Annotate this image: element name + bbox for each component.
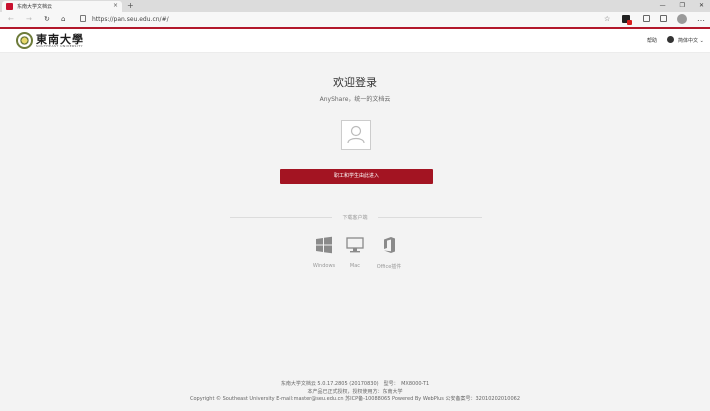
window-controls: — ❐ ✕ <box>660 0 704 11</box>
home-button[interactable]: ⌂ <box>61 14 65 25</box>
university-seal-icon <box>16 32 33 49</box>
favorites-icon[interactable] <box>643 15 650 22</box>
windows-icon <box>309 236 339 258</box>
globe-icon <box>667 36 674 43</box>
site-favicon-icon <box>6 3 13 10</box>
tab-close-button[interactable]: × <box>113 2 118 9</box>
divider <box>378 217 482 218</box>
download-clients-label: 下载客户端 <box>342 215 368 221</box>
browser-tab[interactable]: 东南大学文档云 × <box>2 1 122 12</box>
footer-copyright: Copyright © Southeast University E-mail:… <box>189 396 521 402</box>
lock-icon <box>80 15 86 22</box>
client-label-mac: Mac <box>349 263 361 269</box>
browser-tab-strip: 东南大学文档云 × + — ❐ ✕ <box>0 0 710 12</box>
extension-icon[interactable] <box>622 15 632 25</box>
footer-version: 东南大学文档云 5.0.17.2805 (20170830) 型号： MX800… <box>280 381 430 387</box>
url-text: https://pan.seu.edu.cn/#/ <box>92 16 169 23</box>
divider <box>230 217 332 218</box>
office-icon <box>374 236 404 258</box>
new-tab-button[interactable]: + <box>127 0 134 11</box>
mac-client-download[interactable]: Mac <box>340 236 370 269</box>
staff-student-login-button[interactable]: 职工和学生由此进入 <box>280 169 433 184</box>
client-label-office: Office插件 <box>376 264 402 270</box>
forward-button[interactable]: → <box>26 14 32 25</box>
page-title: 欢迎登录 <box>333 76 377 89</box>
footer-license: 本产品已正式授权，授权使用方：东南大学 <box>307 389 403 395</box>
address-bar: ← → ↻ ⌂ https://pan.seu.edu.cn/#/ ☆ … <box>0 12 710 27</box>
browser-menu-button[interactable]: … <box>697 12 705 25</box>
profile-avatar-icon[interactable] <box>677 14 687 24</box>
back-button[interactable]: ← <box>8 14 14 25</box>
client-label-windows: Windows <box>312 263 336 269</box>
monitor-icon <box>340 236 370 258</box>
url-field[interactable]: https://pan.seu.edu.cn/#/ ☆ <box>78 14 618 25</box>
tab-title: 东南大学文档云 <box>17 4 53 10</box>
page-subtitle: AnyShare，统一的文档云 <box>319 96 391 103</box>
refresh-button[interactable]: ↻ <box>44 14 50 25</box>
minimize-button[interactable]: — <box>660 0 666 11</box>
collections-icon[interactable] <box>660 15 667 22</box>
language-selector[interactable]: 简体中文 ⌄ <box>678 37 704 44</box>
login-page: 欢迎登录 AnyShare，统一的文档云 职工和学生由此进入 下载客户端 Win… <box>0 54 710 411</box>
office-plugin-download[interactable]: Office插件 <box>374 236 404 270</box>
close-window-button[interactable]: ✕ <box>699 0 704 11</box>
university-logo-subtext: SOUTHEAST UNIVERSITY <box>36 44 83 48</box>
help-link[interactable]: 帮助 <box>647 37 657 44</box>
windows-client-download[interactable]: Windows <box>309 236 339 269</box>
user-avatar-icon <box>341 120 371 150</box>
favorite-star-icon[interactable]: ☆ <box>604 14 610 25</box>
maximize-button[interactable]: ❐ <box>680 0 685 11</box>
site-header: 東南大學 SOUTHEAST UNIVERSITY 帮助 简体中文 ⌄ <box>0 29 710 53</box>
